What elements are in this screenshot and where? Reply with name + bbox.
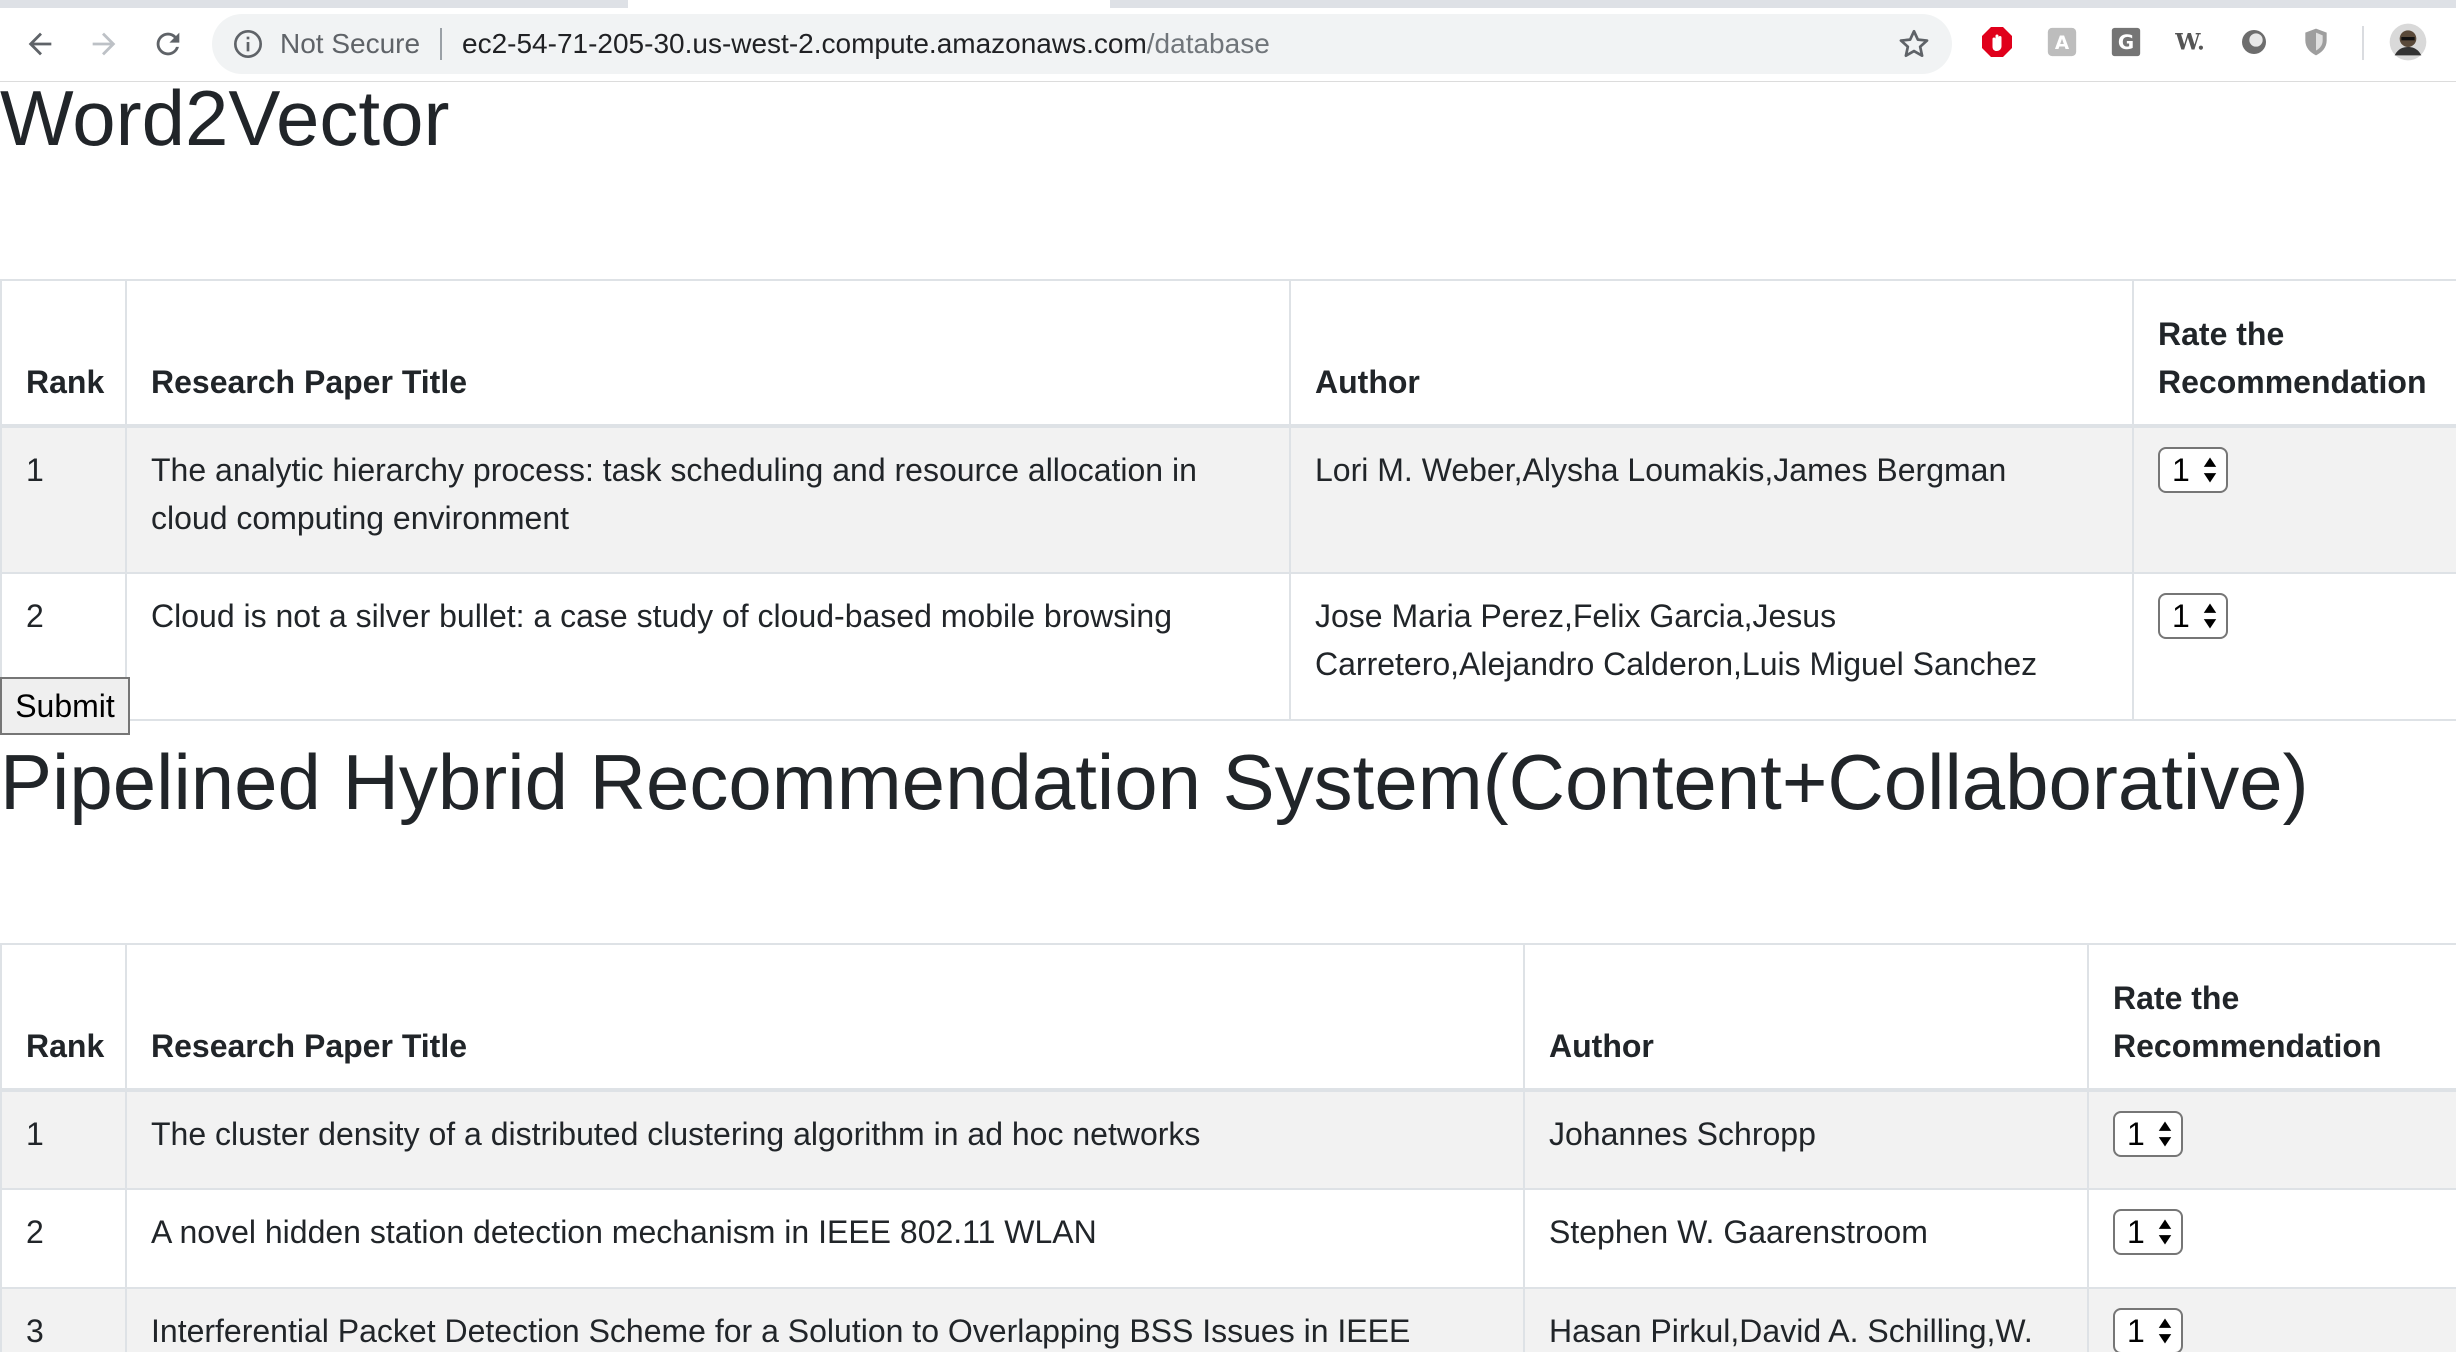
toolbar-divider xyxy=(2362,26,2364,60)
adblock-icon[interactable] xyxy=(1977,22,2017,62)
security-label[interactable]: Not Secure xyxy=(280,28,420,60)
rating-select[interactable]: 1 xyxy=(2158,447,2228,493)
recommendation-table-hybrid: Rank Research Paper Title Author Rate th… xyxy=(0,943,2456,1352)
forward-button[interactable] xyxy=(82,22,126,66)
table-row: 1 The cluster density of a distributed c… xyxy=(0,1089,2456,1190)
select-arrows-icon xyxy=(2203,457,2217,483)
bookmark-star-icon[interactable] xyxy=(1896,26,1932,62)
paper-title-cell: The analytic hierarchy process: task sch… xyxy=(125,425,1291,574)
rating-select[interactable]: 1 xyxy=(2158,593,2228,639)
header-rank: Rank xyxy=(0,943,127,1092)
rating-value: 1 xyxy=(2127,1214,2145,1250)
rating-value: 1 xyxy=(2172,598,2190,634)
rank-cell: 2 xyxy=(0,1188,127,1289)
paper-title-cell: Cloud is not a silver bullet: a case stu… xyxy=(125,572,1291,721)
address-bar[interactable]: Not Secure ec2-54-71-205-30.us-west-2.co… xyxy=(212,14,1952,74)
svg-text:G: G xyxy=(2118,31,2134,54)
header-title: Research Paper Title xyxy=(125,279,1291,428)
recommendation-table-word2vector: Rank Research Paper Title Author Rate th… xyxy=(0,279,2456,760)
rate-cell: 1 xyxy=(2132,572,2456,721)
tab-strip xyxy=(0,0,2456,8)
shield-extension-icon[interactable] xyxy=(2296,22,2336,62)
select-arrows-icon xyxy=(2158,1219,2172,1245)
rating-value: 1 xyxy=(2127,1313,2145,1349)
reload-icon xyxy=(156,32,180,56)
svg-text:A: A xyxy=(2055,33,2070,54)
author-cell: Lori M. Weber,Alysha Loumakis,James Berg… xyxy=(1289,425,2134,574)
paper-title-cell: Interferential Packet Detection Scheme f… xyxy=(125,1287,1525,1352)
select-arrows-icon xyxy=(2158,1318,2172,1344)
select-arrows-icon xyxy=(2158,1121,2172,1147)
rate-cell: 1 xyxy=(2132,425,2456,574)
header-author: Author xyxy=(1289,279,2134,428)
table-header-row: Rank Research Paper Title Author Rate th… xyxy=(0,943,2456,1092)
active-tab[interactable] xyxy=(628,0,1110,8)
back-arrow-icon xyxy=(28,32,52,56)
url-host: ec2-54-71-205-30.us-west-2.compute.amazo… xyxy=(462,28,1147,59)
table-row: 3 Interferential Packet Detection Scheme… xyxy=(0,1287,2456,1352)
grammarly-icon[interactable]: G xyxy=(2106,22,2146,62)
table-row: 2 A novel hidden station detection mecha… xyxy=(0,1188,2456,1289)
paper-title-cell: A novel hidden station detection mechani… xyxy=(125,1188,1525,1289)
url-path: /database xyxy=(1146,28,1270,59)
author-cell: Stephen W. Gaarenstroom xyxy=(1523,1188,2089,1289)
wikiwand-icon[interactable]: W. xyxy=(2170,22,2210,62)
header-rate: Rate the Recommendation xyxy=(2087,943,2456,1092)
reload-button[interactable] xyxy=(146,22,190,66)
rank-cell: 1 xyxy=(0,425,127,574)
svg-text:W.: W. xyxy=(2174,30,2205,56)
rate-cell: 1 xyxy=(2087,1188,2456,1289)
submit-button[interactable]: Submit xyxy=(0,677,130,735)
omnibox-divider xyxy=(440,28,442,60)
rating-select[interactable]: 1 xyxy=(2113,1209,2183,1255)
section-title-word2vector: Word2Vector xyxy=(0,83,450,162)
back-button[interactable] xyxy=(18,22,62,66)
header-title: Research Paper Title xyxy=(125,943,1525,1092)
translate-icon[interactable]: A xyxy=(2042,22,2082,62)
rate-cell: 1 xyxy=(2087,1089,2456,1190)
header-author: Author xyxy=(1523,943,2089,1092)
rating-value: 1 xyxy=(2127,1116,2145,1152)
paper-title-cell: The cluster density of a distributed clu… xyxy=(125,1089,1525,1190)
rank-cell: 3 xyxy=(0,1287,127,1352)
table-row: 2 Cloud is not a silver bullet: a case s… xyxy=(0,572,2456,721)
author-cell: Johannes Schropp xyxy=(1523,1089,2089,1190)
header-rate: Rate the Recommendation xyxy=(2132,279,2456,428)
page-content: Word2Vector Rank Research Paper Title Au… xyxy=(0,83,2456,1352)
profile-avatar-icon[interactable] xyxy=(2388,22,2428,62)
rate-cell: 1 xyxy=(2087,1287,2456,1352)
browser-toolbar: Not Secure ec2-54-71-205-30.us-west-2.co… xyxy=(0,0,2456,82)
header-rank: Rank xyxy=(0,279,127,428)
rating-select[interactable]: 1 xyxy=(2113,1308,2183,1352)
info-icon[interactable] xyxy=(232,28,264,60)
table-row: 1 The analytic hierarchy process: task s… xyxy=(0,425,2456,574)
rank-cell: 1 xyxy=(0,1089,127,1190)
table-header-row: Rank Research Paper Title Author Rate th… xyxy=(0,279,2456,428)
circle-extension-icon[interactable] xyxy=(2234,22,2274,62)
author-cell: Jose Maria Perez,Felix Garcia,Jesus Carr… xyxy=(1289,572,2134,721)
section-title-pipelined-hybrid: Pipelined Hybrid Recommendation System(C… xyxy=(0,738,2309,826)
forward-arrow-icon xyxy=(92,32,116,56)
rating-value: 1 xyxy=(2172,452,2190,488)
url-text[interactable]: ec2-54-71-205-30.us-west-2.compute.amazo… xyxy=(462,28,1270,60)
author-cell: Hasan Pirkul,David A. Schilling,W. xyxy=(1523,1287,2089,1352)
rating-select[interactable]: 1 xyxy=(2113,1111,2183,1157)
select-arrows-icon xyxy=(2203,603,2217,629)
